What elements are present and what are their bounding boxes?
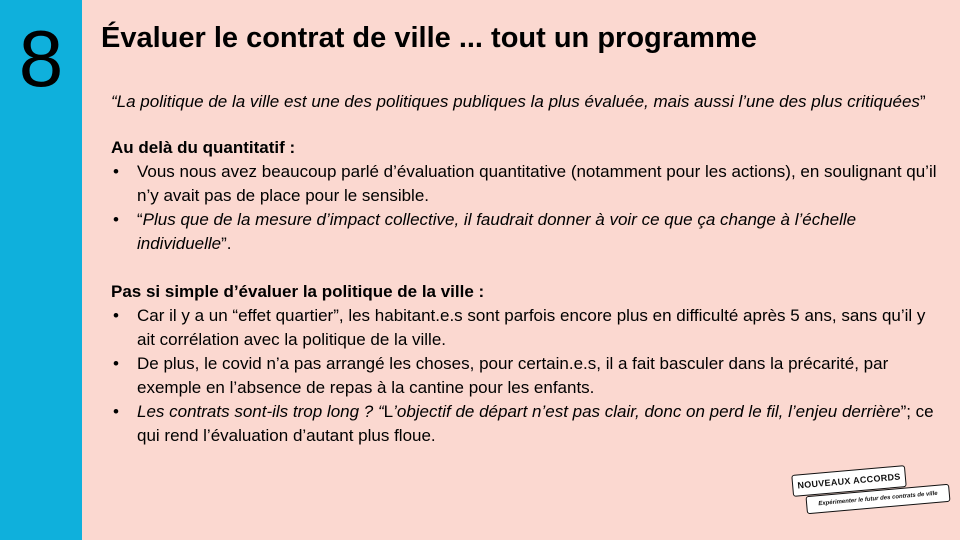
quote: “La politique de la ville est une des po… — [111, 90, 941, 114]
slide-content: “La politique de la ville est une des po… — [111, 90, 941, 448]
list-item: “Plus que de la mesure d’impact collecti… — [111, 208, 941, 256]
list-item-italic-text: Les contrats sont-ils trop long ? “ — [137, 402, 384, 421]
quote-text: “La politique de la ville est une des po… — [111, 92, 920, 111]
list-item-text: L — [383, 402, 394, 421]
bullet-list-quantitatif: Vous nous avez beaucoup parlé d’évaluati… — [111, 160, 941, 256]
list-item-text: Vous nous avez beaucoup parlé d’évaluati… — [137, 162, 937, 205]
list-item: De plus, le covid n’a pas arrangé les ch… — [111, 352, 941, 400]
list-item: Les contrats sont-ils trop long ? “L’obj… — [111, 400, 941, 448]
bullet-list-evaluer: Car il y a un “effet quartier”, les habi… — [111, 304, 941, 448]
slide-title: Évaluer le contrat de ville ... tout un … — [101, 22, 757, 54]
list-item-italic-text: Plus que de la mesure d’impact collectiv… — [137, 210, 857, 253]
section-heading-quantitatif: Au delà du quantitatif : — [111, 138, 296, 157]
list-item-text: De plus, le covid n’a pas arrangé les ch… — [137, 354, 889, 397]
list-item: Car il y a un “effet quartier”, les habi… — [111, 304, 941, 352]
section-heading-evaluer: Pas si simple d’évaluer la politique de … — [111, 282, 485, 301]
list-item-italic-text: ’objectif de départ n’est pas clair, don… — [393, 402, 901, 421]
list-item-close-quote: ”. — [221, 234, 232, 253]
list-item-text: Car il y a un “effet quartier”, les habi… — [137, 306, 926, 349]
list-item: Vous nous avez beaucoup parlé d’évaluati… — [111, 160, 941, 208]
slide-number: 8 — [18, 14, 64, 103]
nouveaux-accords-logo: NOUVEAUX ACCORDS Expérimenter le futur d… — [788, 465, 951, 515]
quote-close: ” — [919, 92, 926, 111]
